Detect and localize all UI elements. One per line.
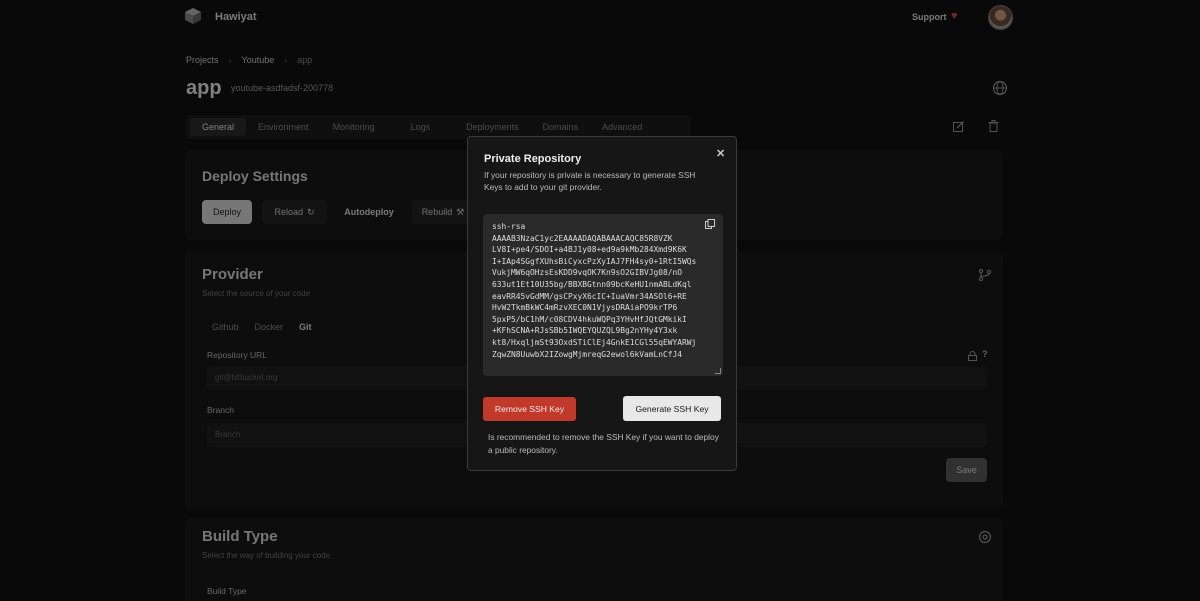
ssh-key-text: ssh-rsa AAAAB3NzaC1yc2EAAAADAQABAAACAQC8… — [492, 222, 697, 359]
dialog-description: If your repository is private is necessa… — [484, 170, 696, 192]
ssh-key-textarea[interactable]: ssh-rsa AAAAB3NzaC1yc2EAAAADAQABAAACAQC8… — [483, 214, 723, 376]
private-repository-dialog: Private Repository ✕ If your repository … — [467, 136, 737, 471]
generate-ssh-key-button[interactable]: Generate SSH Key — [623, 396, 721, 421]
close-icon[interactable]: ✕ — [716, 147, 725, 160]
generate-ssh-key-label: Generate SSH Key — [635, 403, 709, 414]
dialog-note: Is recommended to remove the SSH Key if … — [488, 432, 719, 455]
remove-ssh-key-button[interactable]: Remove SSH Key — [483, 397, 576, 421]
remove-ssh-key-label: Remove SSH Key — [494, 404, 565, 414]
resize-handle[interactable] — [715, 368, 721, 374]
dialog-title: Private Repository — [484, 153, 582, 165]
copy-icon[interactable] — [705, 219, 715, 229]
